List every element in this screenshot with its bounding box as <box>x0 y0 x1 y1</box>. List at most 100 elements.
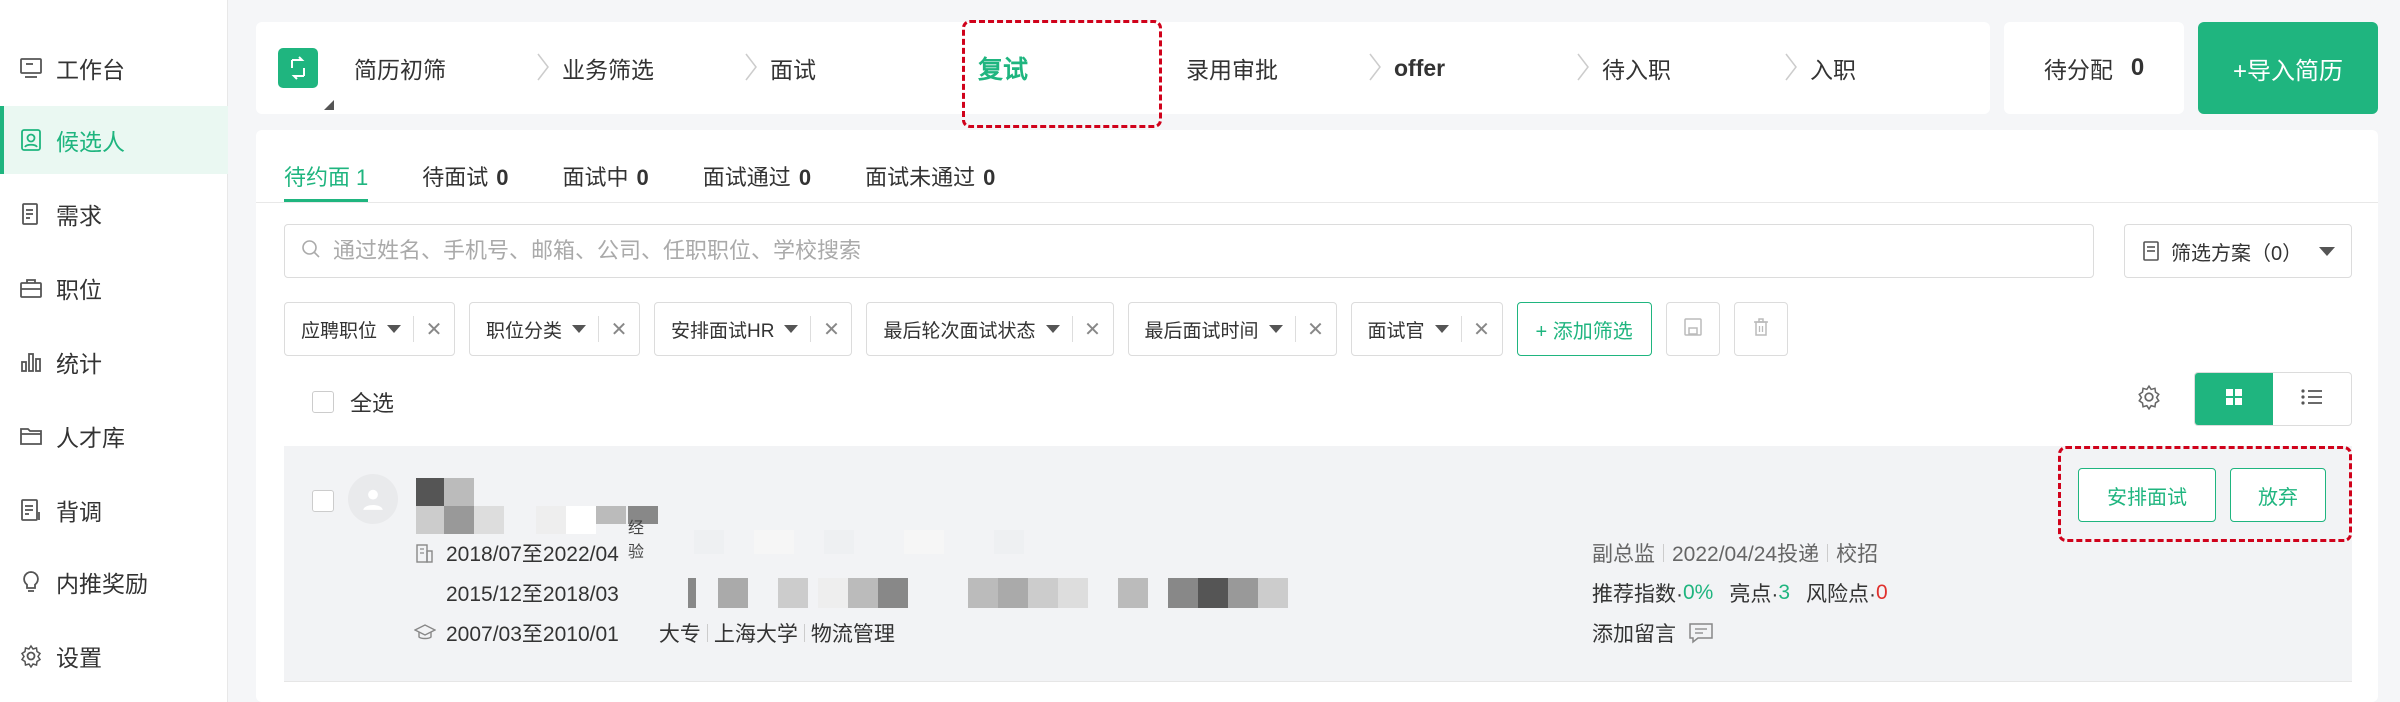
filter-label: 最后轮次面试状态 <box>883 320 1036 342</box>
close-icon[interactable]: ✕ <box>414 317 454 342</box>
tab-to-schedule[interactable]: 待约面 1 <box>284 154 369 202</box>
sidebar-item-settings[interactable]: 设置 <box>0 622 228 690</box>
stage-pending-onboard[interactable]: 待入职 <box>1602 22 1671 114</box>
close-icon[interactable]: ✕ <box>1073 317 1113 342</box>
sidebar-item-background-check[interactable]: 背调 <box>0 476 228 544</box>
switch-icon[interactable] <box>278 48 318 88</box>
work-period: 2015/12至2018/03 <box>446 583 619 606</box>
application-info: 副总监 2022/04/24投递 校招 <box>1592 538 1878 568</box>
risk-label: 风险点· <box>1806 583 1877 606</box>
sidebar-item-talent-pool[interactable]: 人才库 <box>0 402 228 470</box>
filter-last-interview-time[interactable]: 最后面试时间 ✕ <box>1127 302 1337 356</box>
stage-business-screening[interactable]: 业务筛选 <box>562 22 654 114</box>
sidebar-item-label: 职位 <box>56 277 102 303</box>
stage-offer[interactable]: offer <box>1394 22 1445 114</box>
gear-icon <box>18 643 44 669</box>
save-filter-button[interactable] <box>1665 302 1720 356</box>
education-degree: 大专 <box>658 623 701 646</box>
sidebar-item-candidates[interactable]: 候选人 <box>0 106 228 174</box>
list-view-button[interactable] <box>2273 373 2351 425</box>
tabs-divider <box>256 202 2378 203</box>
sidebar-item-workbench[interactable]: 工作台 <box>0 34 228 102</box>
caret-down-icon <box>387 325 402 333</box>
education-school: 上海大学 <box>713 623 798 646</box>
delete-filter-button[interactable] <box>1733 302 1788 356</box>
tab-label: 面试通过 <box>702 165 791 190</box>
select-all[interactable]: 全选 <box>312 386 394 418</box>
lightbulb-icon <box>18 569 44 595</box>
sidebar-item-label: 人才库 <box>56 425 125 451</box>
corner-indicator-icon <box>324 100 334 110</box>
tab-pending-interview[interactable]: 待面试 0 <box>422 154 508 202</box>
recommend-label: 推荐指数· <box>1592 583 1683 606</box>
person-card-icon <box>18 127 44 153</box>
filter-position-category[interactable]: 职位分类 ✕ <box>469 302 641 356</box>
add-comment[interactable]: 添加留言 <box>1592 618 1714 648</box>
filter-label: 职位分类 <box>486 320 563 342</box>
tab-interview-failed[interactable]: 面试未通过 0 <box>865 154 995 202</box>
search-box[interactable] <box>284 224 2094 278</box>
redacted-company-1 <box>694 530 1194 554</box>
graduation-cap-icon <box>414 623 436 643</box>
comment-icon <box>1688 622 1714 644</box>
filter-bar: 应聘职位 ✕ 职位分类 ✕ 安排面试HR ✕ 最后轮次面试状态 ✕ 最后面试时间 ✕ 面试… <box>284 302 1802 356</box>
select-all-checkbox[interactable] <box>312 391 334 413</box>
filter-interviewer[interactable]: 面试官 ✕ <box>1350 302 1503 356</box>
filter-scheme-icon <box>2143 241 2161 261</box>
stage-resume-screening[interactable]: 简历初筛 <box>354 22 446 114</box>
search-input[interactable] <box>333 238 2033 264</box>
close-icon[interactable]: ✕ <box>1296 317 1336 342</box>
stage-onboarded[interactable]: 入职 <box>1810 22 1856 114</box>
filter-last-round-status[interactable]: 最后轮次面试状态 ✕ <box>866 302 1114 356</box>
education-period: 2007/03至2010/01 <box>446 623 619 646</box>
name-suffix: 经验 <box>628 520 645 561</box>
filter-scheme-label: 筛选方案（0） <box>2171 242 2303 265</box>
work-experience-2: 2015/12至2018/03 <box>446 578 619 608</box>
sidebar-item-label: 候选人 <box>56 129 125 155</box>
tab-label: 待约面 <box>284 165 351 190</box>
filter-scheme-dropdown[interactable]: 筛选方案（0） <box>2124 224 2352 278</box>
caret-down-icon <box>1268 325 1283 333</box>
risk-value: 0 <box>1876 581 1888 604</box>
trash-icon <box>1751 317 1771 342</box>
sidebar-item-referral-reward[interactable]: 内推奖励 <box>0 548 228 616</box>
document-icon <box>18 201 44 227</box>
sidebar-item-positions[interactable]: 职位 <box>0 254 228 322</box>
candidate-card[interactable]: 经验 2018/07至2022/04 2015/12至2018/03 2007/… <box>284 446 2352 682</box>
filter-label: 面试官 <box>1367 320 1425 342</box>
sidebar-item-label: 统计 <box>56 351 102 377</box>
card-view-button[interactable] <box>2195 373 2273 425</box>
candidate-checkbox[interactable] <box>312 490 334 512</box>
pending-assign[interactable]: 待分配 0 <box>2004 22 2184 114</box>
tab-count: 0 <box>798 165 812 190</box>
pending-assign-label: 待分配 <box>2043 57 2113 83</box>
close-icon[interactable]: ✕ <box>1462 317 1502 342</box>
sidebar-item-label: 设置 <box>56 645 102 671</box>
tab-interview-passed[interactable]: 面试通过 0 <box>703 154 811 202</box>
sidebar: 工作台 候选人 需求 职位 统计 人才库 背调 内推奖励 设置 <box>0 0 228 702</box>
apply-channel: 校招 <box>1836 543 1879 566</box>
tab-in-interview[interactable]: 面试中 0 <box>563 154 649 202</box>
filter-applied-position[interactable]: 应聘职位 ✕ <box>284 302 456 356</box>
import-resume-button[interactable]: +导入简历 <box>2198 22 2378 114</box>
list-icon <box>2300 387 2324 412</box>
education-major: 物流管理 <box>810 623 895 646</box>
main-panel: 待约面1 待面试 0 面试中 0 面试通过 0 面试未通过 0 筛选方案（0） 应聘职位… <box>256 130 2378 702</box>
close-icon[interactable]: ✕ <box>599 317 639 342</box>
filter-interview-hr[interactable]: 安排面试HR ✕ <box>654 302 853 356</box>
avatar <box>348 474 398 524</box>
chevron-right-icon <box>745 53 757 81</box>
filter-label: 最后面试时间 <box>1144 320 1259 342</box>
tab-count: 1 <box>356 165 369 190</box>
building-icon <box>414 543 436 563</box>
monitor-icon <box>18 55 44 81</box>
bar-chart-icon <box>18 349 44 375</box>
add-filter-button[interactable]: + 添加筛选 <box>1516 302 1652 356</box>
sidebar-item-stats[interactable]: 统计 <box>0 328 228 396</box>
gear-icon[interactable] <box>2136 384 2162 415</box>
caret-down-icon <box>2319 247 2335 256</box>
stage-hiring-approval[interactable]: 录用审批 <box>1186 22 1278 114</box>
sidebar-item-requirements[interactable]: 需求 <box>0 180 228 248</box>
close-icon[interactable]: ✕ <box>811 317 851 342</box>
stage-interview[interactable]: 面试 <box>770 22 816 114</box>
